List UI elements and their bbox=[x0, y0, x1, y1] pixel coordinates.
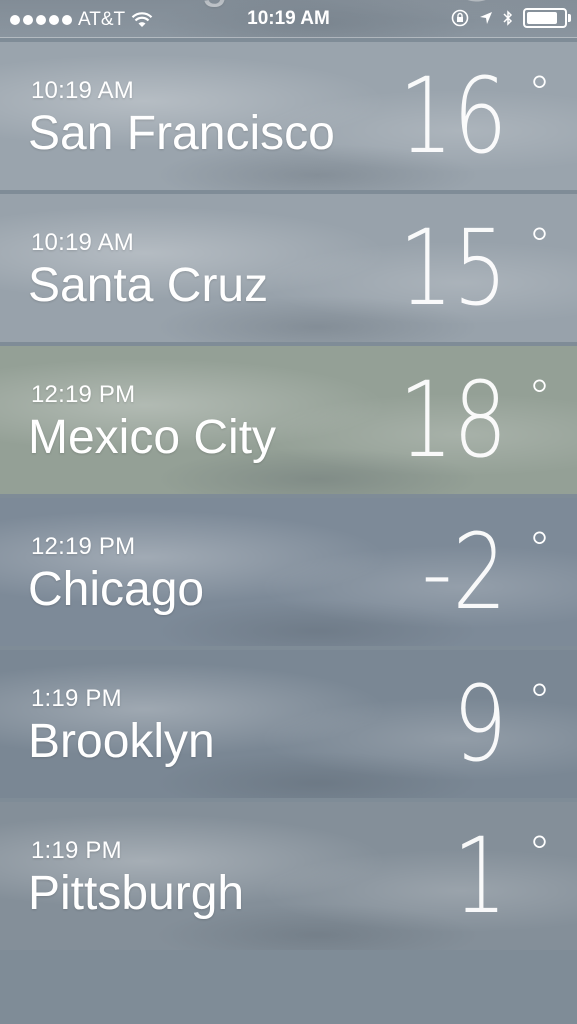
local-time: 12:19 PM bbox=[31, 381, 136, 408]
city-row[interactable]: 10:19 AM San Francisco 16 ° bbox=[0, 42, 577, 190]
temperature: -2 bbox=[421, 511, 507, 633]
city-name: Chicago bbox=[28, 563, 205, 616]
degree-symbol: ° bbox=[528, 66, 551, 120]
temperature: 1 bbox=[452, 815, 507, 937]
city-row[interactable]: 1:19 PM Pittsburgh 1 ° bbox=[0, 802, 577, 950]
lock-rotation-icon bbox=[451, 9, 469, 27]
status-icons bbox=[451, 8, 571, 28]
local-time: 10:19 AM bbox=[31, 77, 135, 104]
location-arrow-icon bbox=[480, 12, 492, 24]
city-name: San Francisco bbox=[28, 107, 335, 160]
temperature: 15 bbox=[398, 207, 507, 329]
status-bar: AT&T 10:19 AM bbox=[0, 0, 577, 38]
local-time: 10:19 AM bbox=[31, 229, 135, 256]
local-time: 1:19 PM bbox=[31, 837, 122, 864]
city-row[interactable]: 10:19 AM Santa Cruz 15 ° bbox=[0, 194, 577, 342]
degree-symbol: ° bbox=[528, 674, 551, 728]
temperature: 16 bbox=[398, 55, 507, 177]
local-time: 1:19 PM bbox=[31, 685, 122, 712]
city-name: Brooklyn bbox=[28, 715, 215, 768]
battery-icon bbox=[523, 8, 571, 28]
city-name: Mexico City bbox=[28, 411, 277, 464]
local-time: 12:19 PM bbox=[31, 533, 136, 560]
degree-symbol: ° bbox=[528, 826, 551, 880]
city-list[interactable]: 1:19 PMBloomington-3°10:19 AMSan Francis… bbox=[0, 0, 577, 954]
city-name: Santa Cruz bbox=[28, 259, 269, 312]
city-row[interactable]: 1:19 PM Brooklyn 9 ° bbox=[0, 650, 577, 798]
degree-symbol: ° bbox=[528, 370, 551, 424]
degree-symbol: ° bbox=[528, 522, 551, 576]
temperature: 9 bbox=[452, 663, 507, 785]
status-divider bbox=[0, 37, 577, 38]
temperature: 18 bbox=[398, 359, 507, 481]
city-row[interactable]: 12:19 PM Chicago -2 ° bbox=[0, 498, 577, 646]
city-name: Pittsburgh bbox=[28, 867, 245, 920]
bluetooth-icon bbox=[503, 10, 513, 26]
degree-symbol: ° bbox=[528, 218, 551, 272]
city-row[interactable]: 12:19 PM Mexico City 18 ° bbox=[0, 346, 577, 494]
